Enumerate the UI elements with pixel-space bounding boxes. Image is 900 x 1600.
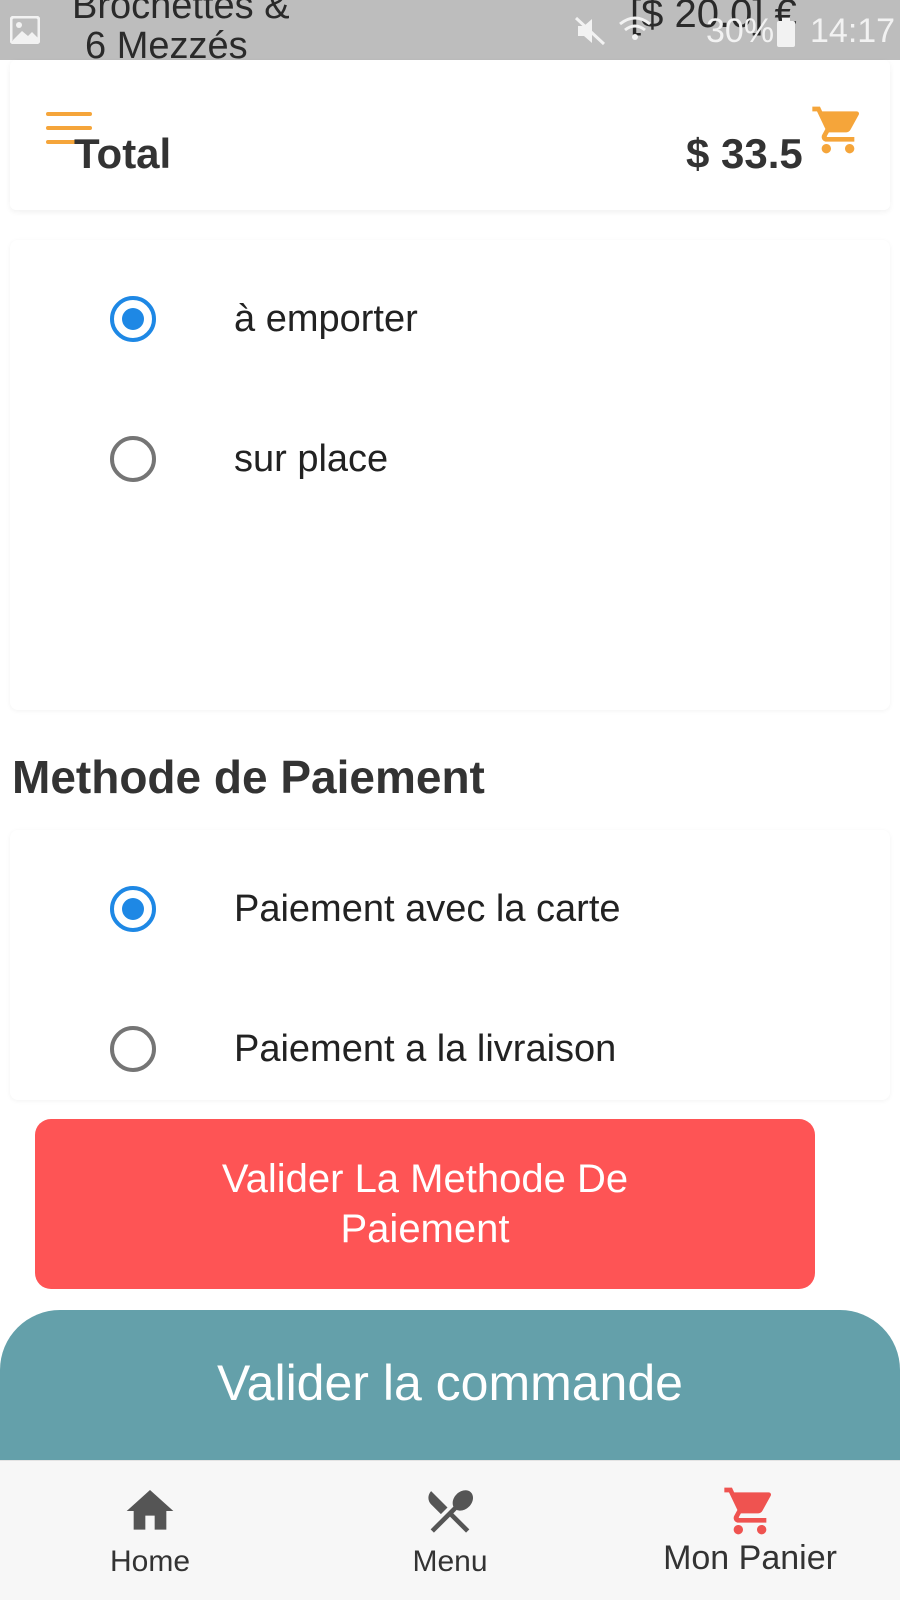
nav-item-menu[interactable]: Menu	[390, 1461, 510, 1600]
total-value: $ 33.5	[686, 130, 803, 177]
battery-icon	[777, 18, 795, 47]
utensils-icon	[428, 1490, 474, 1533]
cart-icon	[724, 1487, 772, 1535]
home-icon	[126, 1490, 174, 1530]
payment-method-card: Paiement avec la carte Paiement a la liv…	[10, 830, 890, 1100]
bottom-navigation: Home Menu Mon Panier	[0, 1460, 900, 1600]
radio-button[interactable]	[110, 1026, 156, 1072]
radio-label: sur place	[234, 438, 389, 480]
validate-payment-method-button[interactable]: Valider La Methode De Paiement	[35, 1119, 815, 1289]
radio-option-card-payment[interactable]: Paiement avec la carte	[10, 870, 890, 950]
nav-label-menu: Menu	[412, 1545, 488, 1578]
battery-percent: 30%	[706, 12, 775, 50]
cart-icon[interactable]	[810, 102, 866, 158]
status-bar: Brochettes & 6 Mezzés [$ 20.0] € 30% 14:…	[0, 0, 900, 67]
nav-item-cart[interactable]: Mon Panier	[640, 1461, 860, 1600]
radio-button-checked[interactable]	[110, 296, 156, 342]
radio-option-delivery-payment[interactable]: Paiement a la livraison	[10, 1010, 890, 1090]
payment-section-title: Methode de Paiement	[12, 751, 485, 803]
gallery-icon	[10, 16, 40, 44]
nav-label-home: Home	[109, 1545, 191, 1578]
radio-button-checked[interactable]	[110, 886, 156, 932]
radio-label: à emporter	[234, 298, 418, 340]
nav-item-home[interactable]: Home	[90, 1461, 210, 1600]
radio-label: Paiement avec la carte	[234, 888, 621, 930]
validate-order-button[interactable]: Valider la commande	[0, 1310, 900, 1470]
radio-option-emporter[interactable]: à emporter	[10, 280, 890, 360]
order-type-card: à emporter sur place	[10, 240, 890, 710]
radio-button[interactable]	[110, 436, 156, 482]
radio-option-sur-place[interactable]: sur place	[10, 420, 890, 500]
nav-label-cart: Mon Panier	[663, 1539, 837, 1577]
total-label: Total	[74, 130, 172, 177]
clock: 14:17	[810, 12, 896, 50]
radio-label: Paiement a la livraison	[234, 1028, 617, 1070]
wifi-signal-icon	[619, 16, 651, 40]
mute-icon	[574, 16, 606, 46]
